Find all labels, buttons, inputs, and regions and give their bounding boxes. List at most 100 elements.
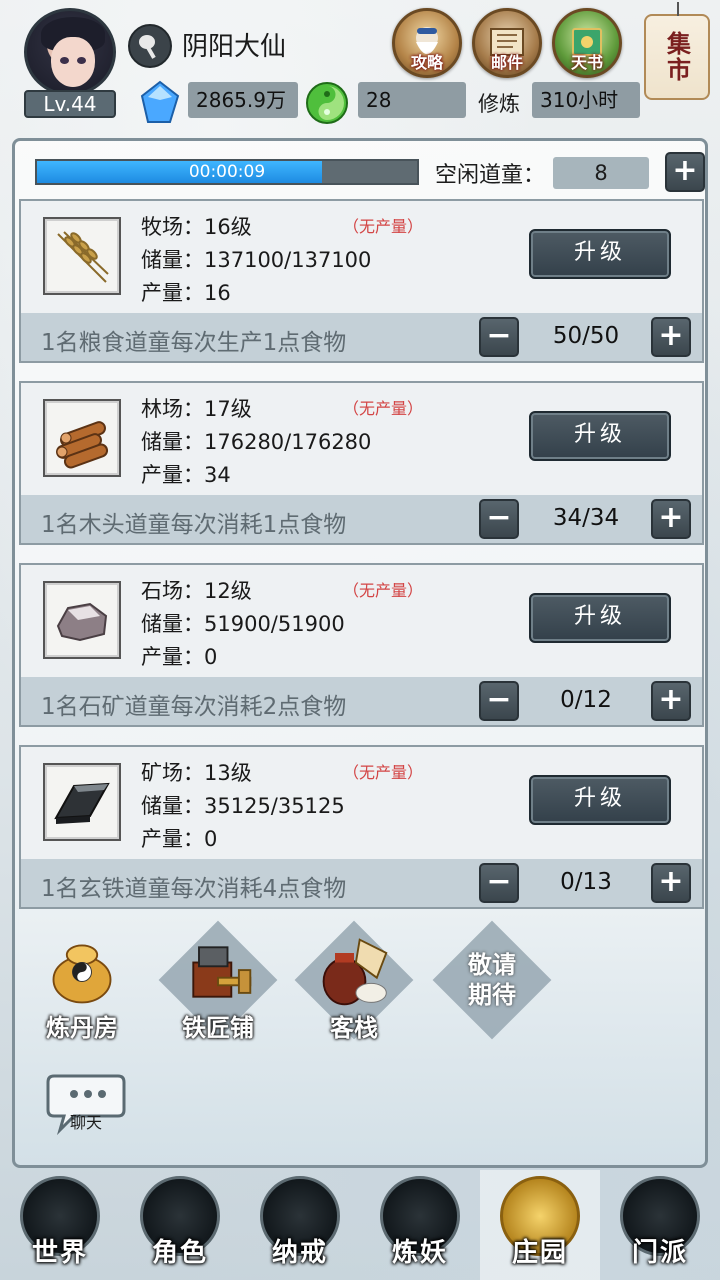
strategy-button[interactable]: 攻略 <box>392 8 462 78</box>
iron-ingot-icon-svg <box>54 782 110 824</box>
add-worker-button[interactable]: + <box>651 499 691 539</box>
anvil-svg <box>192 946 252 998</box>
sect-emblem-icon-svg <box>139 35 156 59</box>
farm-worker-desc: 1名粮食道童每次生产1点食物 <box>41 330 347 356</box>
add-worker-button[interactable]: + <box>651 863 691 903</box>
remove-worker-button[interactable]: − <box>479 681 519 721</box>
farm-worker-count: 34/34 <box>552 505 620 531</box>
player-name: 阴阳大仙 <box>182 32 287 62</box>
spirit-stones-value: 2865.9万 <box>188 82 298 118</box>
upgrade-button[interactable]: 升级 <box>529 411 671 461</box>
alchemy-furnace-svg <box>52 944 112 1004</box>
avatar-eye <box>77 57 86 64</box>
nav-character[interactable]: 角色 <box>120 1170 240 1280</box>
sect-emblem-icon[interactable] <box>128 24 172 68</box>
farm-card-pasture: 牧场：16级 （无产量） 储量：137100/137100 产量：16 升级 1… <box>19 199 704 363</box>
nav-world-label: 世界 <box>31 1238 88 1268</box>
nav-manor[interactable]: 庄园 <box>480 1170 600 1280</box>
farm-output: 产量：0 <box>141 827 218 851</box>
blacksmith-button[interactable]: 铁匠铺 <box>158 920 278 1042</box>
avatar-face <box>51 37 95 87</box>
remove-worker-button[interactable]: − <box>479 317 519 357</box>
farm-status: （无产量） <box>343 763 424 782</box>
farm-worker-row: 1名粮食道童每次生产1点食物 − 50/50 + <box>21 313 702 361</box>
coming-soon-label: 敬请 期待 <box>432 920 552 1040</box>
wine-jar-svg <box>322 938 388 1006</box>
nav-sect-label: 门派 <box>631 1238 688 1268</box>
coming-soon-line1: 敬请 <box>468 950 516 979</box>
coming-soon-slot: 敬请 期待 <box>432 920 552 1040</box>
chat-button[interactable]: 聊天 <box>44 1066 128 1136</box>
add-worker-button[interactable]: + <box>651 317 691 357</box>
idle-workers-count: 8 <box>553 157 649 189</box>
farm-worker-row: 1名玄铁道童每次消耗4点食物 − 0/13 + <box>21 859 702 907</box>
wheat-icon-svg <box>57 231 109 283</box>
farm-status: （无产量） <box>343 581 424 600</box>
nav-manor-label: 庄园 <box>511 1238 568 1268</box>
anvil-hammer-icon <box>180 932 256 1012</box>
nav-sect[interactable]: 门派 <box>600 1170 720 1280</box>
farm-storage: 储量：176280/176280 <box>141 430 372 454</box>
idle-workers-label: 空闲道童： <box>435 163 546 188</box>
upgrade-button[interactable]: 升级 <box>529 229 671 279</box>
farm-worker-row: 1名木头道童每次消耗1点食物 − 34/34 + <box>21 495 702 543</box>
farm-storage: 储量：35125/35125 <box>141 794 345 818</box>
upgrade-button[interactable]: 升级 <box>529 593 671 643</box>
nav-ring[interactable]: 纳戒 <box>240 1170 360 1280</box>
farm-worker-desc: 1名木头道童每次消耗1点食物 <box>41 512 347 538</box>
farm-level: 矿场：13级 <box>141 761 252 785</box>
iron-ingot-icon <box>43 763 121 841</box>
strategy-label: 攻略 <box>410 53 443 72</box>
heavenly-book-button[interactable]: 天书 <box>552 8 622 78</box>
farm-worker-count: 50/50 <box>552 323 620 349</box>
jade-icon <box>306 82 348 124</box>
farm-level: 牧场：16级 <box>141 215 252 239</box>
wine-jar-icon <box>316 932 392 1012</box>
stone-icon <box>43 581 121 659</box>
stone-icon-svg <box>56 602 108 642</box>
inn-button[interactable]: 客栈 <box>294 920 414 1042</box>
farm-card-quarry: 石场：12级 （无产量） 储量：51900/51900 产量：0 升级 1名石矿… <box>19 563 704 727</box>
farm-worker-count: 0/12 <box>560 687 612 713</box>
alchemy-furnace-icon <box>44 932 120 1012</box>
nav-ring-label: 纳戒 <box>271 1238 328 1268</box>
add-worker-button[interactable]: + <box>651 681 691 721</box>
farm-output: 产量：0 <box>141 645 218 669</box>
avatar[interactable] <box>24 8 116 96</box>
nav-demon-refine-label: 炼妖 <box>391 1238 448 1268</box>
market-button[interactable]: 集市 <box>644 2 710 100</box>
farm-card-mine: 矿场：13级 （无产量） 储量：35125/35125 产量：0 升级 1名玄铁… <box>19 745 704 909</box>
farm-storage: 储量：51900/51900 <box>141 612 345 636</box>
farm-worker-row: 1名石矿道童每次消耗2点食物 − 0/12 + <box>21 677 702 725</box>
cultivation-label: 修炼 <box>478 92 520 116</box>
farm-storage: 储量：137100/137100 <box>141 248 372 272</box>
alchemy-room-button[interactable]: 炼丹房 <box>22 920 142 1042</box>
upgrade-button[interactable]: 升级 <box>529 775 671 825</box>
nav-character-label: 角色 <box>151 1238 208 1268</box>
farm-status: （无产量） <box>343 399 424 418</box>
header: Lv.44 阴阳大仙 2865.9万 28 修炼 310小时 攻略 邮件 天书 … <box>0 0 720 132</box>
alchemy-room-label: 炼丹房 <box>46 1013 118 1042</box>
level-badge: Lv.44 <box>24 90 116 118</box>
bottom-nav: 世界 角色 纳戒 炼妖 庄园 门派 <box>0 1170 720 1280</box>
farm-output: 产量：34 <box>141 463 231 487</box>
spirit-stone-icon <box>140 80 180 123</box>
coming-soon-line2: 期待 <box>468 980 516 1009</box>
remove-worker-button[interactable]: − <box>479 499 519 539</box>
farm-worker-desc: 1名玄铁道童每次消耗4点食物 <box>41 876 347 902</box>
add-worker-button[interactable]: + <box>665 152 705 192</box>
jade-value: 28 <box>358 82 466 118</box>
wheat-icon <box>43 217 121 295</box>
avatar-eye <box>60 57 69 64</box>
farm-worker-desc: 1名石矿道童每次消耗2点食物 <box>41 694 347 720</box>
nav-demon-refine[interactable]: 炼妖 <box>360 1170 480 1280</box>
mail-button[interactable]: 邮件 <box>472 8 542 78</box>
chat-label: 聊天 <box>70 1113 102 1132</box>
nav-world[interactable]: 世界 <box>0 1170 120 1280</box>
farm-status: （无产量） <box>343 217 424 236</box>
remove-worker-button[interactable]: − <box>479 863 519 903</box>
worker-progress-bar: 00:00:09 <box>35 159 419 185</box>
blacksmith-label: 铁匠铺 <box>182 1013 254 1042</box>
farm-output: 产量：16 <box>141 281 231 305</box>
mail-label: 邮件 <box>490 53 523 72</box>
